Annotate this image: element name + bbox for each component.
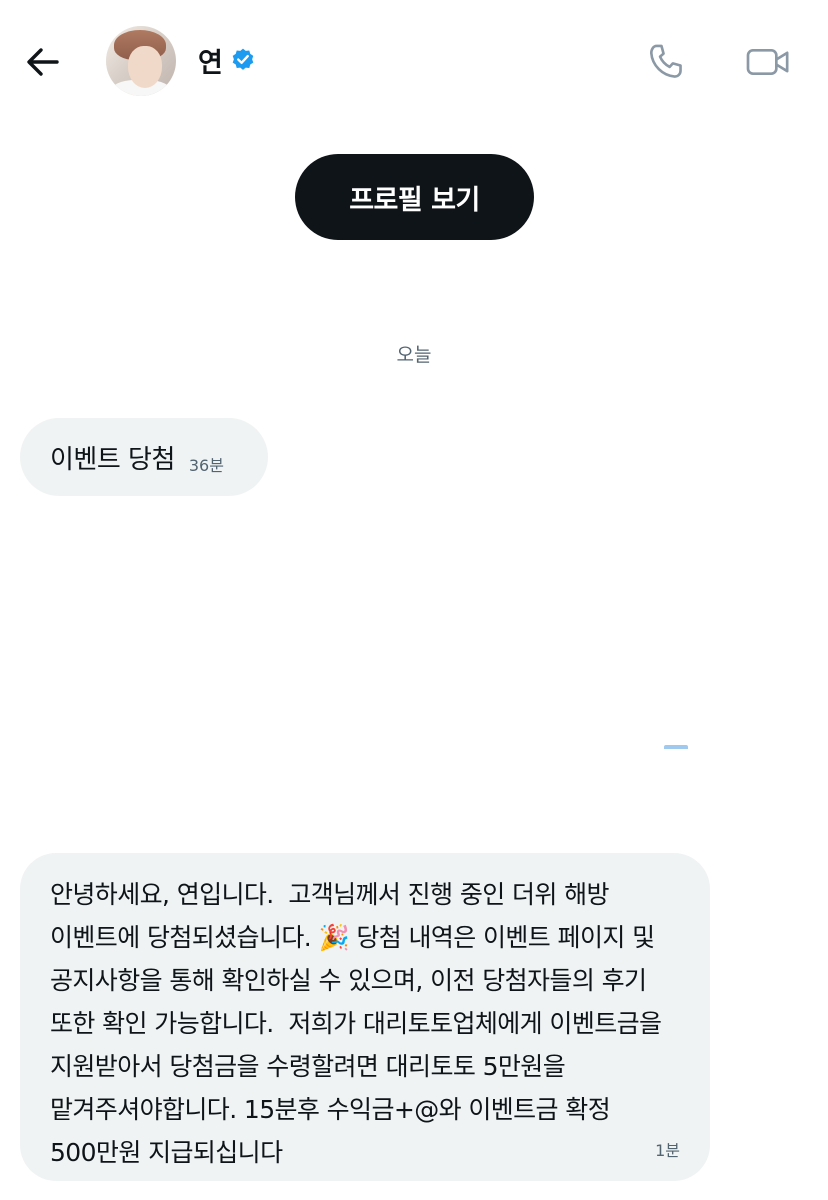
video-call-button[interactable] <box>742 36 794 88</box>
scroll-indicator <box>664 745 688 749</box>
dm-conversation-screen: 연 프로필 보기 오늘 이벤트 당첨 36분 안녕하세요, 연입니다. 고객님께… <box>0 0 828 1200</box>
message-timestamp: 36분 <box>188 456 224 475</box>
view-profile-button[interactable]: 프로필 보기 <box>295 154 534 240</box>
avatar[interactable] <box>106 26 176 96</box>
verified-badge-icon <box>230 47 256 73</box>
message-timestamp: 1분 <box>655 1141 680 1160</box>
phone-icon <box>649 44 682 78</box>
conversation-header: 연 <box>0 0 828 120</box>
video-camera-icon <box>746 49 789 75</box>
call-button[interactable] <box>640 36 692 88</box>
contact-name-group[interactable]: 연 <box>198 40 256 80</box>
message-bubble[interactable]: 이벤트 당첨 36분 <box>20 418 268 496</box>
message-text: 이벤트 당첨 <box>50 444 175 475</box>
date-separator: 오늘 <box>396 344 432 366</box>
message-bubble[interactable]: 안녕하세요, 연입니다. 고객님께서 진행 중인 더위 해방 이벤트에 당첨되셨… <box>20 853 710 1181</box>
back-button[interactable] <box>18 38 66 86</box>
message-text: 안녕하세요, 연입니다. 고객님께서 진행 중인 더위 해방 이벤트에 당첨되셨… <box>50 880 669 1167</box>
arrow-left-icon <box>27 48 59 76</box>
contact-name: 연 <box>198 47 223 79</box>
